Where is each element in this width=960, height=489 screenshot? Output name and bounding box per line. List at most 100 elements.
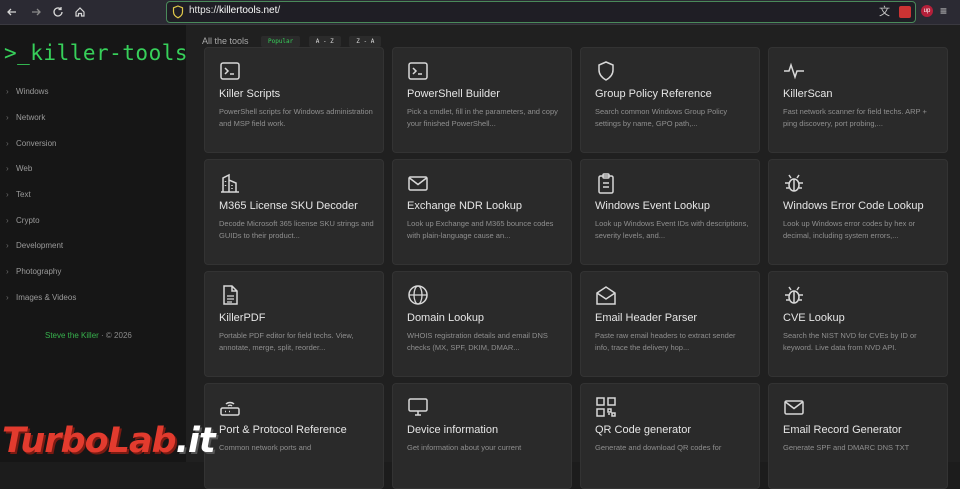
tool-card-windows-error-code-lookup[interactable]: Windows Error Code Lookup Look up Window…: [768, 159, 948, 265]
tool-card-killerscan[interactable]: KillerScan Fast network scanner for fiel…: [768, 47, 948, 153]
tool-card-title: M365 License SKU Decoder: [219, 200, 358, 212]
tools-header: All the tools Popular A - Z Z - A: [202, 31, 385, 47]
tool-card-email-record-generator[interactable]: Email Record Generator Generate SPF and …: [768, 383, 948, 489]
chevron-right-icon: ›: [6, 241, 9, 250]
chevron-right-icon: ›: [6, 293, 9, 302]
sidebar-item-crypto[interactable]: › Crypto: [6, 216, 40, 230]
tab-z-a[interactable]: Z - A: [349, 36, 382, 47]
menu-icon[interactable]: ≡: [940, 4, 952, 18]
tracking-shield-icon[interactable]: [172, 5, 184, 19]
footer-copyright: · © 2026: [101, 331, 132, 340]
tool-card-title: KillerScan: [783, 88, 833, 100]
tab-a-z[interactable]: A - Z: [308, 36, 341, 47]
tool-card-windows-event-lookup[interactable]: Windows Event Lookup Look up Windows Eve…: [580, 159, 760, 265]
tool-card-powershell-builder[interactable]: PowerShell Builder Pick a cmdlet, fill i…: [392, 47, 572, 153]
qr-icon: [596, 397, 616, 417]
page-title: All the tools: [202, 36, 249, 46]
turbolab-watermark: TurboLab.it: [2, 421, 216, 462]
tool-card-description: Get information about your current: [407, 443, 522, 452]
tool-card-description: Look up Windows Event IDs with descripti…: [595, 219, 749, 240]
tool-card-cve-lookup[interactable]: CVE Lookup Search the NIST NVD for CVEs …: [768, 271, 948, 377]
file-icon: [223, 285, 238, 305]
tool-card-title: Group Policy Reference: [595, 88, 712, 100]
sidebar-item-development[interactable]: › Development: [6, 241, 63, 255]
tool-card-exchange-ndr-lookup[interactable]: Exchange NDR Lookup Look up Exchange and…: [392, 159, 572, 265]
bug-icon: [785, 174, 803, 192]
monitor-icon: [408, 398, 428, 416]
tool-card-title: Device information: [407, 424, 499, 436]
sidebar-item-label: Windows: [16, 87, 49, 96]
tool-card-m365-license-sku-decoder[interactable]: M365 License SKU Decoder Decode Microsof…: [204, 159, 384, 265]
tool-card-title: Port & Protocol Reference: [219, 424, 347, 436]
reload-icon[interactable]: [48, 2, 68, 22]
url-domain: killertools.net: [219, 5, 278, 16]
browser-toolbar: https://killertools.net/ 文 up ≡: [0, 0, 960, 25]
sidebar-item-text[interactable]: › Text: [6, 190, 31, 204]
tool-card-description: Portable PDF editor for field techs. Vie…: [219, 331, 354, 352]
addon-badge-icon[interactable]: up: [921, 5, 933, 17]
chevron-right-icon: ›: [6, 164, 9, 173]
tool-card-title: QR Code generator: [595, 424, 691, 436]
tool-card-title: Windows Event Lookup: [595, 200, 710, 212]
tool-card-group-policy-reference[interactable]: Group Policy Reference Search common Win…: [580, 47, 760, 153]
tool-card-killerpdf[interactable]: KillerPDF Portable PDF editor for field …: [204, 271, 384, 377]
bug-icon: [785, 286, 803, 304]
clipboard-icon: [598, 173, 614, 194]
sidebar-item-label: Conversion: [16, 139, 57, 148]
extension-icon[interactable]: [899, 6, 911, 18]
router-icon: [220, 401, 240, 416]
main-content: All the tools Popular A - Z Z - A Killer…: [186, 25, 960, 489]
home-icon[interactable]: [70, 2, 90, 22]
building-icon: [221, 173, 239, 193]
sidebar-item-web[interactable]: › Web: [6, 164, 32, 178]
logo-text: >_killer-tools: [4, 41, 189, 65]
pulse-icon: [784, 62, 804, 80]
tool-card-port-protocol-reference[interactable]: Port & Protocol Reference Common network…: [204, 383, 384, 489]
tool-card-description: PowerShell scripts for Windows administr…: [219, 107, 373, 128]
globe-icon: [408, 285, 428, 305]
shield-icon: [598, 61, 614, 81]
mail-icon: [408, 176, 428, 191]
tool-card-title: Domain Lookup: [407, 312, 485, 324]
tool-card-description: WHOIS registration details and email DNS…: [407, 331, 548, 352]
chevron-right-icon: ›: [6, 113, 9, 122]
envelope-open-icon: [596, 286, 616, 305]
tool-card-email-header-parser[interactable]: Email Header Parser Paste raw email head…: [580, 271, 760, 377]
sidebar-item-network[interactable]: › Network: [6, 113, 45, 127]
sidebar-item-windows[interactable]: › Windows: [6, 87, 48, 101]
tool-card-description: Paste raw email headers to extract sende…: [595, 331, 736, 352]
back-arrow-icon[interactable]: [2, 2, 22, 22]
sidebar-item-label: Web: [16, 164, 33, 173]
tool-card-title: Email Header Parser: [595, 312, 698, 324]
url-path: /: [277, 5, 281, 16]
tool-card-description: Pick a cmdlet, fill in the parameters, a…: [407, 107, 558, 128]
sidebar-item-images-videos[interactable]: › Images & Videos: [6, 293, 76, 307]
tab-popular[interactable]: Popular: [260, 36, 301, 47]
chevron-right-icon: ›: [6, 190, 9, 199]
sidebar-item-label: Images & Videos: [16, 293, 77, 302]
forward-arrow-icon[interactable]: [26, 2, 46, 22]
sidebar-item-label: Crypto: [16, 216, 40, 225]
sidebar-item-photography[interactable]: › Photography: [6, 267, 61, 281]
tool-card-description: Generate SPF and DMARC DNS TXT: [783, 443, 910, 452]
watermark-text: TurboLab: [2, 421, 177, 461]
tool-card-qr-code-generator[interactable]: QR Code generator Generate and download …: [580, 383, 760, 489]
url-text[interactable]: https://killertools.net/: [189, 5, 280, 16]
tool-card-title: Exchange NDR Lookup: [407, 200, 522, 212]
tool-card-device-information[interactable]: Device information Get information about…: [392, 383, 572, 489]
tool-card-title: KillerPDF: [219, 312, 266, 324]
mail-icon: [784, 400, 804, 415]
tool-card-description: Look up Exchange and M365 bounce codes w…: [407, 219, 554, 240]
tool-card-description: Decode Microsoft 365 license SKU strings…: [219, 219, 374, 240]
tool-card-domain-lookup[interactable]: Domain Lookup WHOIS registration details…: [392, 271, 572, 377]
site-logo[interactable]: >_killer-tools: [4, 41, 201, 65]
address-bar[interactable]: https://killertools.net/ 文: [166, 1, 916, 23]
tool-card-description: Generate and download QR codes for: [595, 443, 722, 452]
tool-card-description: Search common Windows Group Policy setti…: [595, 107, 728, 128]
translate-icon[interactable]: 文: [879, 5, 893, 19]
tool-card-killer-scripts[interactable]: Killer Scripts PowerShell scripts for Wi…: [204, 47, 384, 153]
footer-author-link[interactable]: Steve the Killer: [45, 331, 99, 340]
tool-card-title: Killer Scripts: [219, 88, 281, 100]
sidebar-item-conversion[interactable]: › Conversion: [6, 139, 56, 153]
watermark-tld: .it: [175, 421, 216, 461]
